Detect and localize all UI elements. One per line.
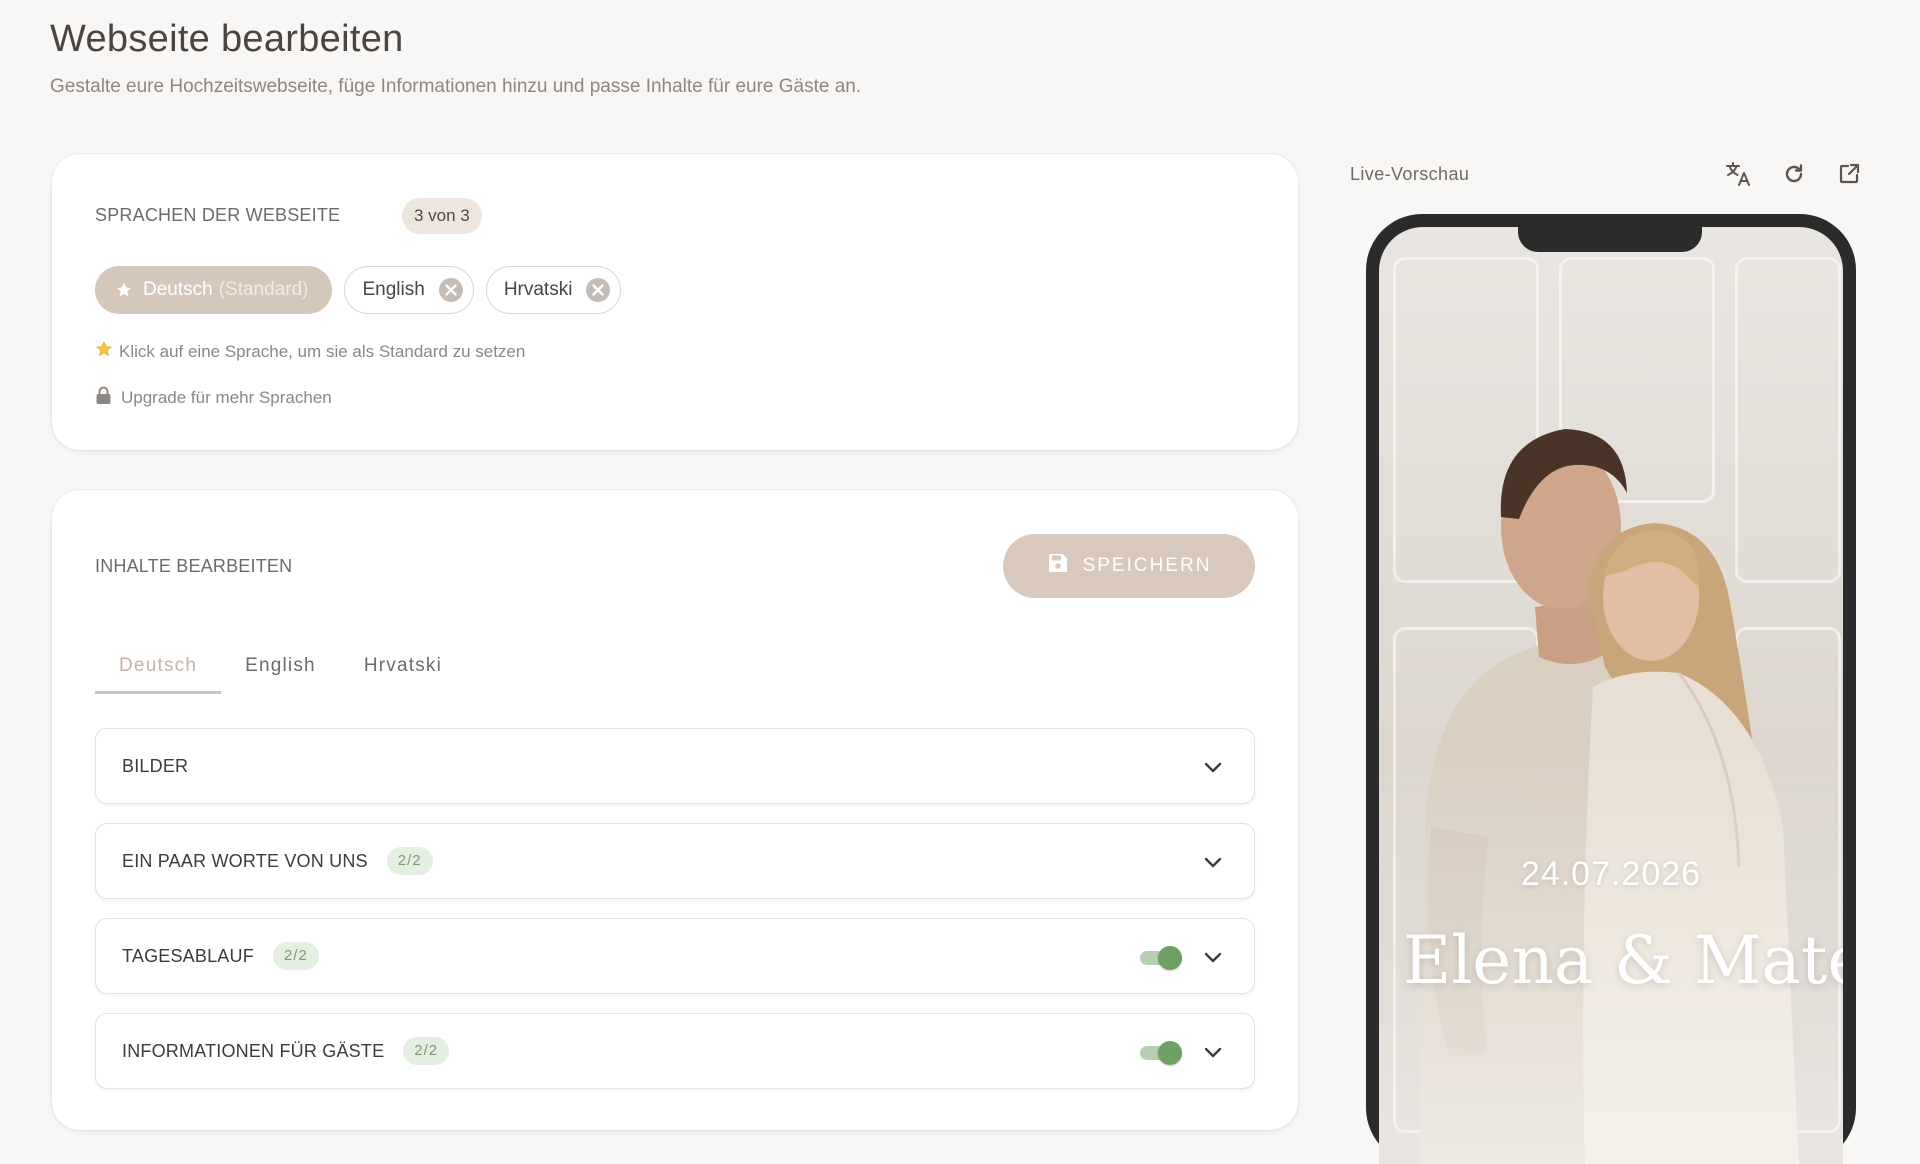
language-chips: Deutsch (Standard) English Hrvatski — [95, 266, 622, 314]
completion-badge: 2/2 — [272, 942, 319, 970]
content-section-label: INHALTE BEARBEITEN — [95, 556, 293, 576]
tab-label: Deutsch — [119, 655, 198, 676]
section-accordion-bilder[interactable]: BILDER — [95, 728, 1255, 804]
tab-hrvatski[interactable]: Hrvatski — [340, 638, 466, 694]
language-chip-label: Hrvatski — [503, 279, 573, 300]
toggle-knob — [1158, 1041, 1182, 1065]
remove-language-icon[interactable] — [437, 276, 465, 304]
save-button[interactable]: SPEICHERN — [1003, 534, 1255, 598]
wedding-date: 24.07.2026 — [1520, 855, 1702, 893]
language-chip-default-suffix: (Standard) — [218, 279, 309, 300]
default-language-hint: Klick auf eine Sprache, um sie als Stand… — [95, 340, 525, 363]
chevron-down-icon[interactable] — [1202, 756, 1224, 778]
accordion-title: INFORMATIONEN FÜR GÄSTE — [122, 1040, 385, 1061]
couple-photo — [1379, 227, 1843, 1164]
phone-screen: 24.07.2026 Elena & Mateo — [1379, 227, 1843, 1164]
hint-text: Klick auf eine Sprache, um sie als Stand… — [119, 341, 526, 361]
toggle-knob — [1158, 946, 1182, 970]
language-chip-english[interactable]: English — [344, 266, 474, 314]
couple-names: Elena & Mateo — [1403, 922, 1843, 999]
chevron-down-icon[interactable] — [1202, 946, 1224, 968]
completion-badge: 2/2 — [386, 847, 433, 875]
section-accordion-informationen[interactable]: INFORMATIONEN FÜR GÄSTE 2/2 — [95, 1013, 1255, 1089]
section-accordion-worte[interactable]: EIN PAAR WORTE VON UNS 2/2 — [95, 823, 1255, 899]
language-chip-label: Deutsch — [143, 279, 213, 300]
languages-section-label: SPRACHEN DER WEBSEITE — [95, 205, 341, 225]
language-count-badge: 3 von 3 — [402, 198, 482, 234]
lock-icon — [95, 386, 112, 410]
accordion-title: BILDER — [122, 755, 189, 776]
tab-deutsch[interactable]: Deutsch — [95, 638, 222, 694]
languages-card: SPRACHEN DER WEBSEITE 3 von 3 Deutsch (S… — [52, 154, 1298, 450]
language-chip-default[interactable]: Deutsch (Standard) — [95, 266, 333, 314]
phone-preview-frame: 24.07.2026 Elena & Mateo — [1366, 214, 1856, 1164]
chevron-down-icon[interactable] — [1202, 851, 1224, 873]
section-accordion-tagesablauf[interactable]: TAGESABLAUF 2/2 — [95, 918, 1255, 994]
refresh-icon[interactable] — [1780, 160, 1808, 188]
live-preview-label: Live-Vorschau — [1350, 164, 1470, 184]
language-tabs: Deutsch English Hrvatski — [95, 638, 466, 694]
external-link-icon[interactable] — [1835, 160, 1863, 188]
translate-icon[interactable] — [1724, 160, 1752, 188]
page-title: Webseite bearbeiten — [50, 18, 404, 60]
chevron-down-icon[interactable] — [1202, 1041, 1224, 1063]
language-chip-hrvatski[interactable]: Hrvatski — [485, 266, 622, 314]
content-editor-card: INHALTE BEARBEITEN SPEICHERN Deutsch Eng… — [52, 490, 1298, 1130]
star-icon — [115, 281, 133, 299]
tab-english[interactable]: English — [221, 638, 340, 694]
language-chip-label: English — [362, 279, 425, 300]
completion-badge: 2/2 — [403, 1037, 450, 1065]
save-label: SPEICHERN — [1082, 555, 1212, 576]
accordion-title: EIN PAAR WORTE VON UNS — [122, 850, 368, 871]
accordion-title: TAGESABLAUF — [122, 945, 254, 966]
phone-notch — [1518, 214, 1702, 252]
upgrade-label: Upgrade für mehr Sprachen — [121, 388, 332, 407]
floppy-disk-icon — [1047, 552, 1069, 580]
star-emoji-icon — [95, 340, 113, 363]
upgrade-languages-link[interactable]: Upgrade für mehr Sprachen — [95, 386, 332, 410]
page-subtitle: Gestalte eure Hochzeitswebseite, füge In… — [50, 76, 862, 97]
remove-language-icon[interactable] — [584, 276, 612, 304]
tab-label: Hrvatski — [363, 655, 443, 676]
tab-label: English — [245, 655, 316, 676]
visibility-toggle[interactable] — [1140, 1038, 1186, 1066]
visibility-toggle[interactable] — [1140, 943, 1186, 971]
